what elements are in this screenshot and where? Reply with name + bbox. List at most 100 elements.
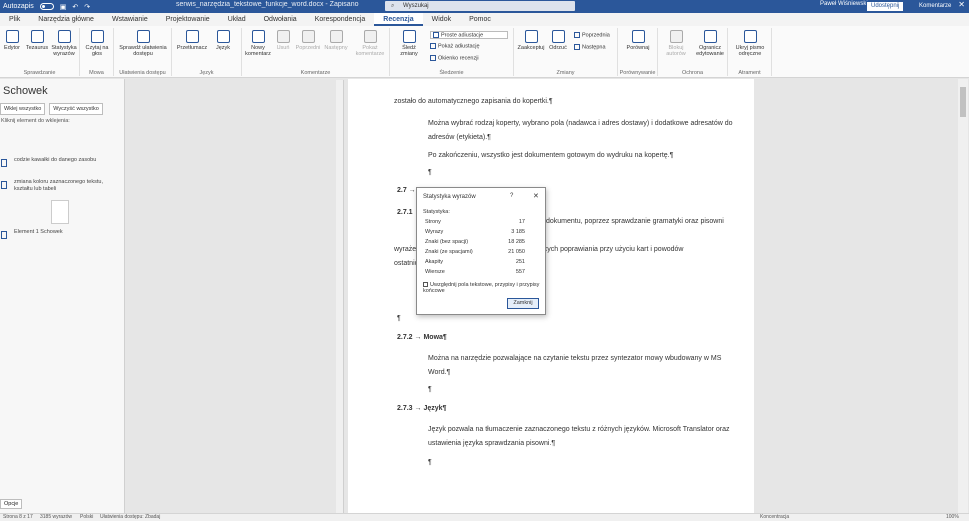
accept-button[interactable]: Zaakceptuj [516,30,546,51]
tab-7[interactable]: Recenzja [374,13,423,26]
include-textboxes-checkbox[interactable]: Uwzględnij pola tekstowe, przypisy i prz… [423,282,545,294]
clipboard-title: Schowek [3,85,48,97]
language-button[interactable]: Język [210,30,236,51]
dialog-close-button[interactable]: ✕ [533,192,539,200]
stat-row: Znaki (bez spacji) 18 285 [425,239,525,245]
word-count-dialog: Statystyka wyrazów ? ✕ Statystyka: Stron… [416,187,546,315]
clipboard-actions: Wklej wszystko Wyczyść wszystko [0,103,103,115]
autosave-toggle[interactable] [39,3,54,10]
word-count-icon [57,30,71,43]
markup-icon [433,32,439,38]
ribbon-group-compare: Porównaj Porównywanie [618,28,658,76]
ribbon-group-accessibility: Sprawdź ułatwienia dostępu Ułatwienia do… [114,28,172,76]
search-icon: ⌕ [391,3,395,9]
thesaurus-button[interactable]: Tezaurus [24,30,50,51]
show-comments-icon [363,30,377,43]
help-button[interactable]: ? [510,193,513,199]
paragraph-mark: ¶ [428,459,432,466]
tab-8[interactable]: Widok [423,13,460,26]
clipboard-options-button[interactable]: Opcje [0,499,23,509]
autosave-label: Autozapis [3,3,34,10]
tab-9[interactable]: Pomoc [460,13,500,26]
close-dialog-button[interactable]: Zamknij [507,298,539,309]
tab-6[interactable]: Korespondencja [306,13,375,26]
editor-button[interactable]: Edytor [0,30,24,51]
block-authors-button[interactable]: Blokuj autorów [660,30,692,57]
vertical-ruler [336,80,344,513]
paragraph-mark: ¶ [428,169,432,176]
heading-2-7: 2.7 → [397,187,416,194]
save-icon[interactable]: ▣ [60,3,67,11]
group-label-comments: Komentarze [300,70,331,76]
previous-comment-button[interactable]: Poprzedni [294,30,322,51]
tab-2[interactable]: Wstawianie [103,13,157,26]
focus-mode-button[interactable]: Koncentracja [760,514,789,520]
statistics-heading: Statystyka: [423,209,450,215]
delete-comment-icon [276,30,290,43]
page-indicator[interactable]: Strona 8 z 17 [3,514,33,520]
quick-access-toolbar: Autozapis ▣ ↶ ↷ [0,3,90,11]
paste-all-button[interactable]: Wklej wszystko [0,103,46,115]
delete-comment-button[interactable]: Usuń [272,30,294,51]
user-name[interactable]: Paweł Wiśniewski [820,1,868,7]
new-comment-button[interactable]: Nowy komentarz [244,30,272,57]
clipboard-hint: Kliknij element do wklejenia: [1,118,70,124]
scrollbar-thumb[interactable] [960,87,966,117]
hide-ink-icon [743,30,757,43]
zoom-level[interactable]: 100% [946,514,959,520]
clear-all-button[interactable]: Wyczyść wszystko [49,103,103,115]
checkbox-box[interactable] [423,282,428,288]
ribbon-group-tracking: Śledź zmiany Proste adiustacje Pokaż adi… [390,28,514,76]
translate-icon [185,30,199,43]
editor-icon [5,30,19,43]
check-accessibility-button[interactable]: Sprawdź ułatwienia dostępu [118,30,168,57]
group-label-speech: Mowa [89,70,104,76]
body-text: Po zakończeniu, wszystko jest dokumentem… [428,152,674,159]
compare-button[interactable]: Porównaj [622,30,654,51]
tab-5[interactable]: Odwołania [255,13,306,26]
tab-1[interactable]: Narzędzia główne [29,13,103,26]
ribbon-group-language: Przetłumacz Język Język [172,28,242,76]
reviewing-pane-button[interactable]: Okienko recenzji [430,55,479,61]
hide-ink-button[interactable]: Ukryj pismo odręczne [732,30,768,57]
accessibility-indicator[interactable]: Ułatwienia dostępu: Zbadaj [100,514,160,520]
redo-icon[interactable]: ↷ [84,3,90,11]
word-count-indicator[interactable]: 3185 wyrazów [40,514,72,520]
dialog-title: Statystyka wyrazów [423,194,476,200]
show-markup-button[interactable]: Pokaż adiustację [430,43,480,49]
search-box[interactable]: ⌕ Wyszukaj [385,1,575,11]
share-button[interactable]: Udostępnij [866,1,905,12]
read-aloud-button[interactable]: Czytaj na głos [83,30,111,57]
next-change-button[interactable]: Następna [574,44,606,50]
close-button[interactable]: ✕ [958,0,965,9]
tab-3[interactable]: Projektowanie [157,13,219,26]
document-page[interactable]: zostało do automatycznego zapisania do k… [348,79,754,513]
stat-row: Strony 17 [425,219,525,225]
group-label-ink: Atrament [738,70,761,76]
body-text: dokumentu, poprzez sprawdzanie gramatyki… [546,218,724,225]
tab-4[interactable]: Układ [219,13,255,26]
ribbon-group-protect: Blokuj autorów Ogranicz edytowanie Ochro… [658,28,728,76]
word-count-button[interactable]: Statystyka wyrazów [50,30,78,57]
translate-button[interactable]: Przetłumacz [176,30,208,51]
language-indicator[interactable]: Polski [80,514,93,520]
undo-icon[interactable]: ↶ [72,3,78,11]
group-label-compare: Porównywanie [619,70,656,76]
vertical-scrollbar[interactable] [958,79,968,513]
heading-2-7-3: 2.7.3 → Język¶ [397,405,447,412]
next-comment-button[interactable]: Następny [322,30,350,51]
ribbon-group-proofing: Edytor Tezaurus Statystyka wyrazów Spraw… [0,28,80,76]
markup-display-select[interactable]: Proste adiustacje [430,31,508,40]
comments-button[interactable]: Komentarze [915,1,956,12]
heading-2-7-1: 2.7.1 [397,209,413,216]
restrict-editing-button[interactable]: Ogranicz edytowanie [694,30,726,57]
new-comment-icon [251,30,265,43]
show-comments-button[interactable]: Pokaż komentarze [352,30,388,57]
tab-0[interactable]: Plik [0,13,29,26]
show-markup-icon [430,43,436,49]
track-changes-button[interactable]: Śledź zmiany [394,30,424,57]
clipboard-thumbnail[interactable] [51,200,69,224]
previous-change-button[interactable]: Poprzednia [574,32,610,38]
accept-icon [524,30,538,43]
reject-button[interactable]: Odrzuć [546,30,570,51]
